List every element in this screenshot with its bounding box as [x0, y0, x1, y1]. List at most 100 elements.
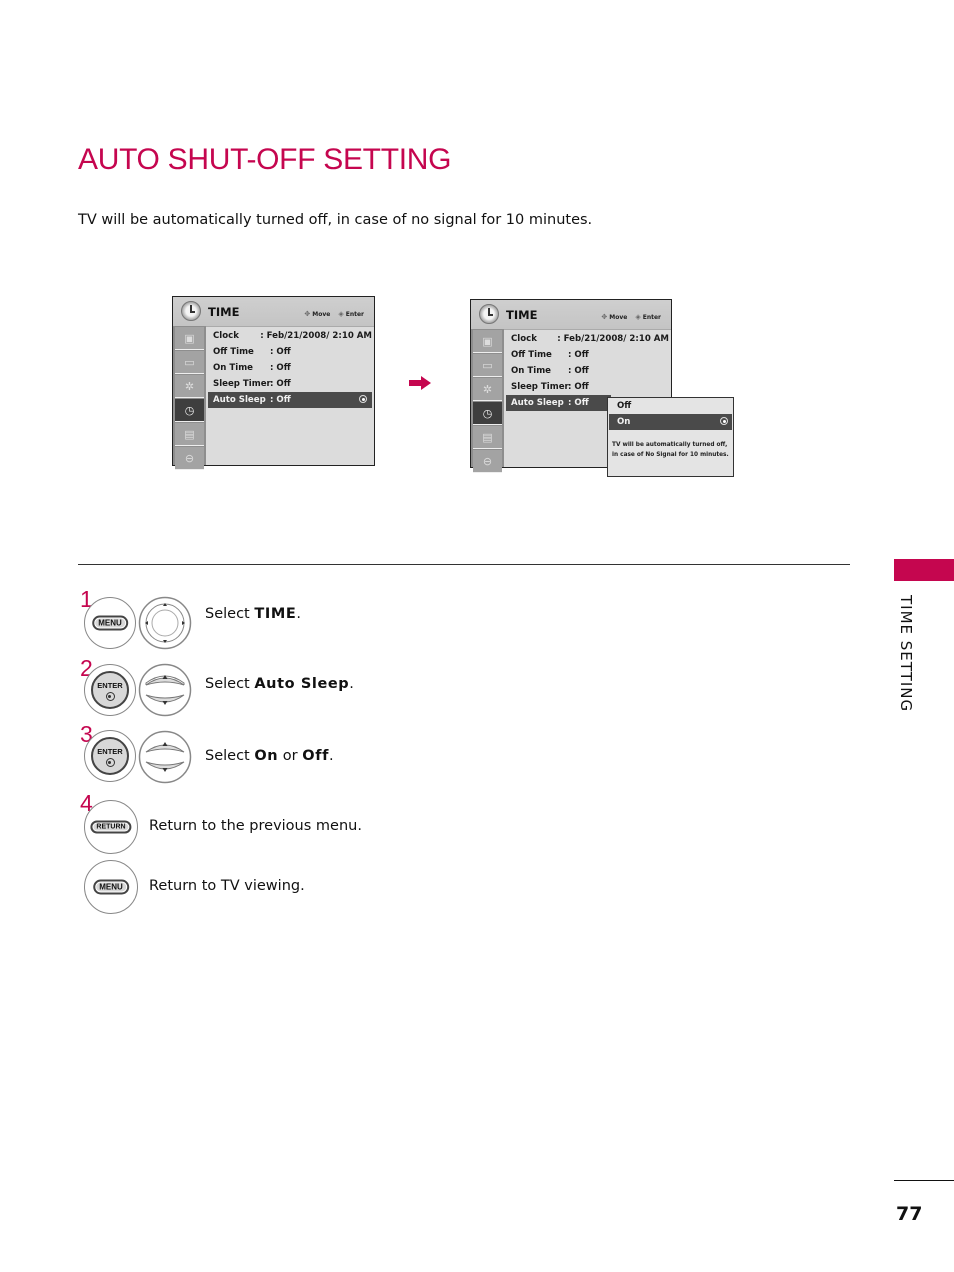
enter-dot-icon: ◈: [635, 313, 641, 321]
menu-list: Clock: Feb/21/2008/ 2:10 AM Off Time : Of…: [208, 328, 372, 408]
move-arrows-icon: ✥: [601, 313, 608, 321]
lock-icon[interactable]: ⊖: [175, 447, 204, 470]
row-label: Clock: [213, 331, 239, 341]
menu-sidebar: ▣ ▭ ✲ ◷ ▤ ⊖: [471, 329, 504, 473]
row-label: Off Time: [213, 347, 254, 357]
menu-row-auto-sleep[interactable]: Auto Sleep : Off: [506, 395, 611, 411]
menu-row-clock[interactable]: Clock: Feb/21/2008/ 2:10 AM: [208, 328, 372, 344]
setup-icon[interactable]: ✲: [175, 375, 204, 398]
picture-icon[interactable]: ▣: [473, 330, 502, 353]
row-value: : Off: [270, 395, 291, 405]
enter-button[interactable]: ENTER: [84, 664, 136, 716]
row-label: Off Time: [511, 350, 552, 360]
audio-icon[interactable]: ▭: [175, 351, 204, 374]
nav-pad-icon[interactable]: [138, 596, 192, 650]
picture-icon[interactable]: ▣: [175, 327, 204, 350]
step-3-text: Select On or Off.: [205, 748, 334, 764]
page-title: AUTO SHUT-OFF SETTING: [78, 143, 452, 176]
row-value: : Off: [568, 350, 589, 360]
menu-sidebar: ▣ ▭ ✲ ◷ ▤ ⊖: [173, 326, 206, 470]
enter-ring-icon: [105, 758, 115, 767]
menu-hints: ✥ Move ◈ Enter: [304, 310, 364, 318]
row-label: On Time: [511, 366, 552, 376]
setup-icon[interactable]: ✲: [473, 378, 502, 401]
row-label: Sleep Timer: [511, 382, 569, 392]
menu-row-off-time[interactable]: Off Time : Off: [506, 347, 669, 363]
up-down-pad-icon[interactable]: [138, 663, 192, 717]
menu-title: TIME: [506, 308, 538, 322]
page-subtitle: TV will be automatically turned off, in …: [78, 212, 593, 228]
menu-button-label: MENU: [93, 879, 129, 895]
option-label: Off: [617, 401, 632, 411]
row-label: On Time: [213, 363, 254, 373]
step-suffix: .: [349, 676, 354, 692]
menu-header: TIME ✥ Move ◈ Enter: [173, 297, 374, 327]
step-target: Off: [302, 748, 330, 764]
section-divider: [78, 564, 850, 565]
row-label: Auto Sleep: [213, 395, 266, 405]
clock-icon: [479, 304, 499, 324]
menu-button[interactable]: MENU: [84, 597, 136, 649]
popup-description: TV will be automatically turned off, in …: [608, 430, 733, 460]
menu-row-on-time[interactable]: On Time : Off: [506, 363, 669, 379]
step-target: On: [254, 748, 279, 764]
menu-row-sleep-timer[interactable]: Sleep Timer: Off: [208, 376, 372, 392]
menu-row-off-time[interactable]: Off Time : Off: [208, 344, 372, 360]
time-menu-before: TIME ✥ Move ◈ Enter ▣ ▭ ✲ ◷ ▤ ⊖ Clock: Feb…: [172, 296, 375, 470]
page-number: 77: [896, 1203, 923, 1225]
menu-row-clock[interactable]: Clock: Feb/21/2008/ 2:10 AM: [506, 331, 669, 347]
row-value: : Off: [270, 379, 291, 389]
menu-row-auto-sleep[interactable]: Auto Sleep : Off: [208, 392, 372, 408]
description-line: TV will be automatically turned off,: [612, 442, 728, 448]
step-1-text: Select TIME.: [205, 606, 301, 622]
menu-hints: ✥ Move ◈ Enter: [601, 313, 661, 321]
option-on[interactable]: On: [609, 414, 732, 430]
option-icon[interactable]: ▤: [175, 423, 204, 446]
menu-row-on-time[interactable]: On Time : Off: [208, 360, 372, 376]
row-value: : Off: [270, 347, 291, 357]
menu-title: TIME: [208, 305, 240, 319]
up-down-pad-icon[interactable]: [138, 730, 192, 784]
row-value: : Off: [568, 382, 589, 392]
step-prefix: Select: [205, 748, 255, 764]
step-prefix: Select: [205, 606, 255, 622]
move-arrows-icon: ✥: [304, 310, 311, 318]
enter-icon: [720, 417, 728, 425]
menu-button-label: MENU: [92, 615, 128, 631]
step-target: Auto Sleep: [254, 676, 350, 692]
menu-button[interactable]: MENU: [84, 860, 138, 914]
enter-button-label: ENTER: [97, 747, 123, 756]
arrow-right-icon: [409, 376, 431, 390]
move-hint: Move: [312, 310, 331, 318]
step-4-text: Return to the previous menu.: [149, 818, 362, 834]
enter-dot-icon: ◈: [338, 310, 344, 318]
option-icon[interactable]: ▤: [473, 426, 502, 449]
step-prefix: Select: [205, 676, 255, 692]
return-button-label: RETURN: [90, 820, 132, 834]
option-off[interactable]: Off: [609, 398, 732, 414]
row-label: Clock: [511, 334, 537, 344]
enter-ring-icon: [105, 692, 115, 701]
enter-button-label: ENTER: [97, 681, 123, 690]
time-icon[interactable]: ◷: [473, 402, 502, 425]
row-value: : Off: [270, 363, 291, 373]
enter-button[interactable]: ENTER: [84, 730, 136, 782]
time-icon[interactable]: ◷: [175, 399, 204, 422]
audio-icon[interactable]: ▭: [473, 354, 502, 377]
step-target: TIME: [254, 606, 297, 622]
row-value: : Off: [568, 366, 589, 376]
clock-icon: [181, 301, 201, 321]
step-2-text: Select Auto Sleep.: [205, 676, 354, 692]
auto-sleep-popup: Off On TV will be automatically turned o…: [607, 397, 734, 477]
row-label: Auto Sleep: [511, 398, 564, 408]
menu-header: TIME ✥ Move ◈ Enter: [471, 300, 671, 330]
step-5-text: Return to TV viewing.: [149, 878, 305, 894]
row-value: : Off: [568, 398, 589, 408]
menu-row-sleep-timer[interactable]: Sleep Timer: Off: [506, 379, 669, 395]
step-suffix: .: [296, 606, 301, 622]
enter-icon: [359, 395, 367, 403]
row-label: Sleep Timer: [213, 379, 271, 389]
enter-hint: Enter: [345, 310, 364, 318]
lock-icon[interactable]: ⊖: [473, 450, 502, 473]
return-button[interactable]: RETURN: [84, 800, 138, 854]
